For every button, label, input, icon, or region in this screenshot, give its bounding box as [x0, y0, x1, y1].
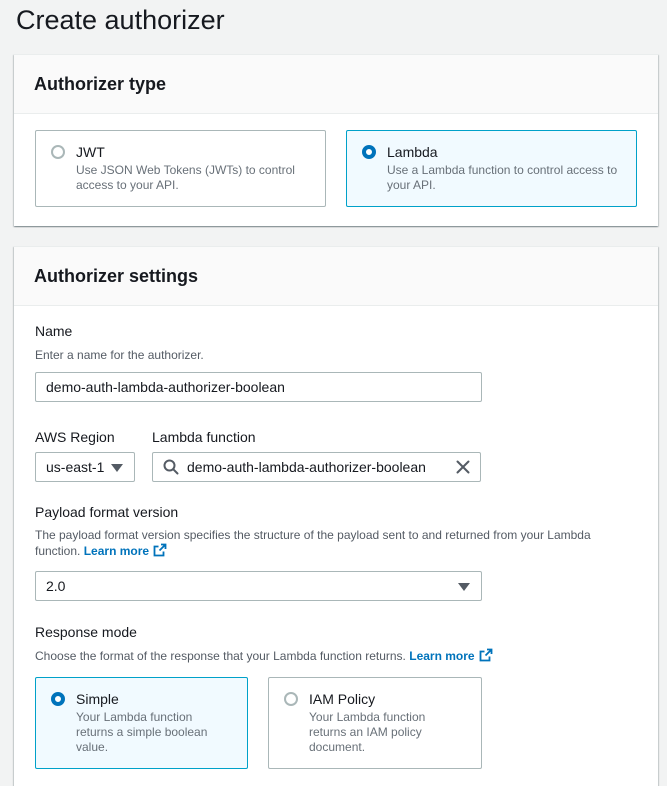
- external-link-icon[interactable]: [153, 543, 167, 557]
- tile-simple-desc-1: Your Lambda function: [76, 710, 193, 724]
- tile-lambda-desc-2: your API.: [387, 178, 436, 192]
- tile-simple-desc-2: returns a simple boolean: [76, 725, 208, 739]
- lambda-function-input[interactable]: demo-auth-lambda-authorizer-boolean: [152, 452, 481, 482]
- payload-select[interactable]: 2.0: [35, 571, 482, 601]
- caret-down-icon: [111, 464, 123, 472]
- tile-jwt-title: JWT: [76, 144, 105, 160]
- tile-simple[interactable]: Simple Your Lambda function returns a si…: [35, 677, 248, 769]
- authorizer-settings-header: Authorizer settings: [14, 247, 658, 306]
- tile-iam-policy-desc-2: returns an IAM policy: [309, 725, 422, 739]
- tile-jwt-desc-2: access to your API.: [76, 178, 179, 192]
- clear-icon[interactable]: [456, 460, 470, 474]
- tile-iam-policy-desc-3: document.: [309, 740, 366, 754]
- authorizer-settings-panel: Authorizer settings Name Enter a name fo…: [14, 246, 658, 786]
- payload-select-value: 2.0: [46, 578, 66, 594]
- tile-lambda-title: Lambda: [387, 144, 438, 160]
- tile-simple-title: Simple: [76, 691, 119, 707]
- payload-learn-more-link[interactable]: Learn more: [84, 544, 149, 558]
- response-mode-label: Response mode: [35, 624, 137, 640]
- authorizer-type-header: Authorizer type: [14, 55, 658, 114]
- tile-jwt[interactable]: JWT Use JSON Web Tokens (JWTs) to contro…: [35, 130, 326, 207]
- lambda-radio[interactable]: [362, 145, 376, 159]
- name-input-value: demo-auth-lambda-authorizer-boolean: [46, 379, 285, 395]
- name-input[interactable]: demo-auth-lambda-authorizer-boolean: [35, 372, 482, 402]
- caret-down-icon: [458, 583, 470, 591]
- tile-lambda-desc-1: Use a Lambda function to control access …: [387, 163, 618, 177]
- iam-policy-radio[interactable]: [284, 692, 298, 706]
- payload-description-line2: function. Learn more: [35, 543, 645, 559]
- name-description: Enter a name for the authorizer.: [35, 348, 204, 362]
- lambda-function-value: demo-auth-lambda-authorizer-boolean: [187, 459, 426, 475]
- region-label: AWS Region: [35, 429, 115, 445]
- payload-description-text: function.: [35, 544, 81, 558]
- page-title: Create authorizer: [16, 5, 225, 35]
- external-link-icon[interactable]: [479, 648, 493, 662]
- lambda-function-label: Lambda function: [152, 429, 256, 445]
- tile-jwt-desc-1: Use JSON Web Tokens (JWTs) to control: [76, 163, 295, 177]
- authorizer-type-panel: Authorizer type JWT Use JSON Web Tokens …: [14, 54, 658, 226]
- authorizer-type-heading: Authorizer type: [34, 73, 167, 94]
- response-mode-description-text: Choose the format of the response that y…: [35, 649, 406, 663]
- payload-description-line1: The payload format version specifies the…: [35, 528, 591, 542]
- response-mode-learn-more-link[interactable]: Learn more: [409, 649, 474, 663]
- tile-simple-desc-3: value.: [76, 740, 109, 754]
- tile-iam-policy-desc-1: Your Lambda function: [309, 710, 426, 724]
- payload-description: The payload format version specifies the…: [35, 527, 645, 559]
- tile-iam-policy-title: IAM Policy: [309, 691, 376, 707]
- tile-iam-policy[interactable]: IAM Policy Your Lambda function returns …: [268, 677, 482, 769]
- region-select[interactable]: us-east-1: [35, 452, 135, 482]
- jwt-radio[interactable]: [51, 145, 65, 159]
- authorizer-settings-heading: Authorizer settings: [34, 265, 199, 286]
- search-icon: [163, 459, 179, 475]
- simple-radio[interactable]: [51, 692, 65, 706]
- name-label: Name: [35, 323, 73, 339]
- payload-label: Payload format version: [35, 504, 179, 520]
- region-select-value: us-east-1: [46, 459, 105, 475]
- tile-lambda[interactable]: Lambda Use a Lambda function to control …: [346, 130, 637, 207]
- response-mode-description: Choose the format of the response that y…: [35, 648, 645, 664]
